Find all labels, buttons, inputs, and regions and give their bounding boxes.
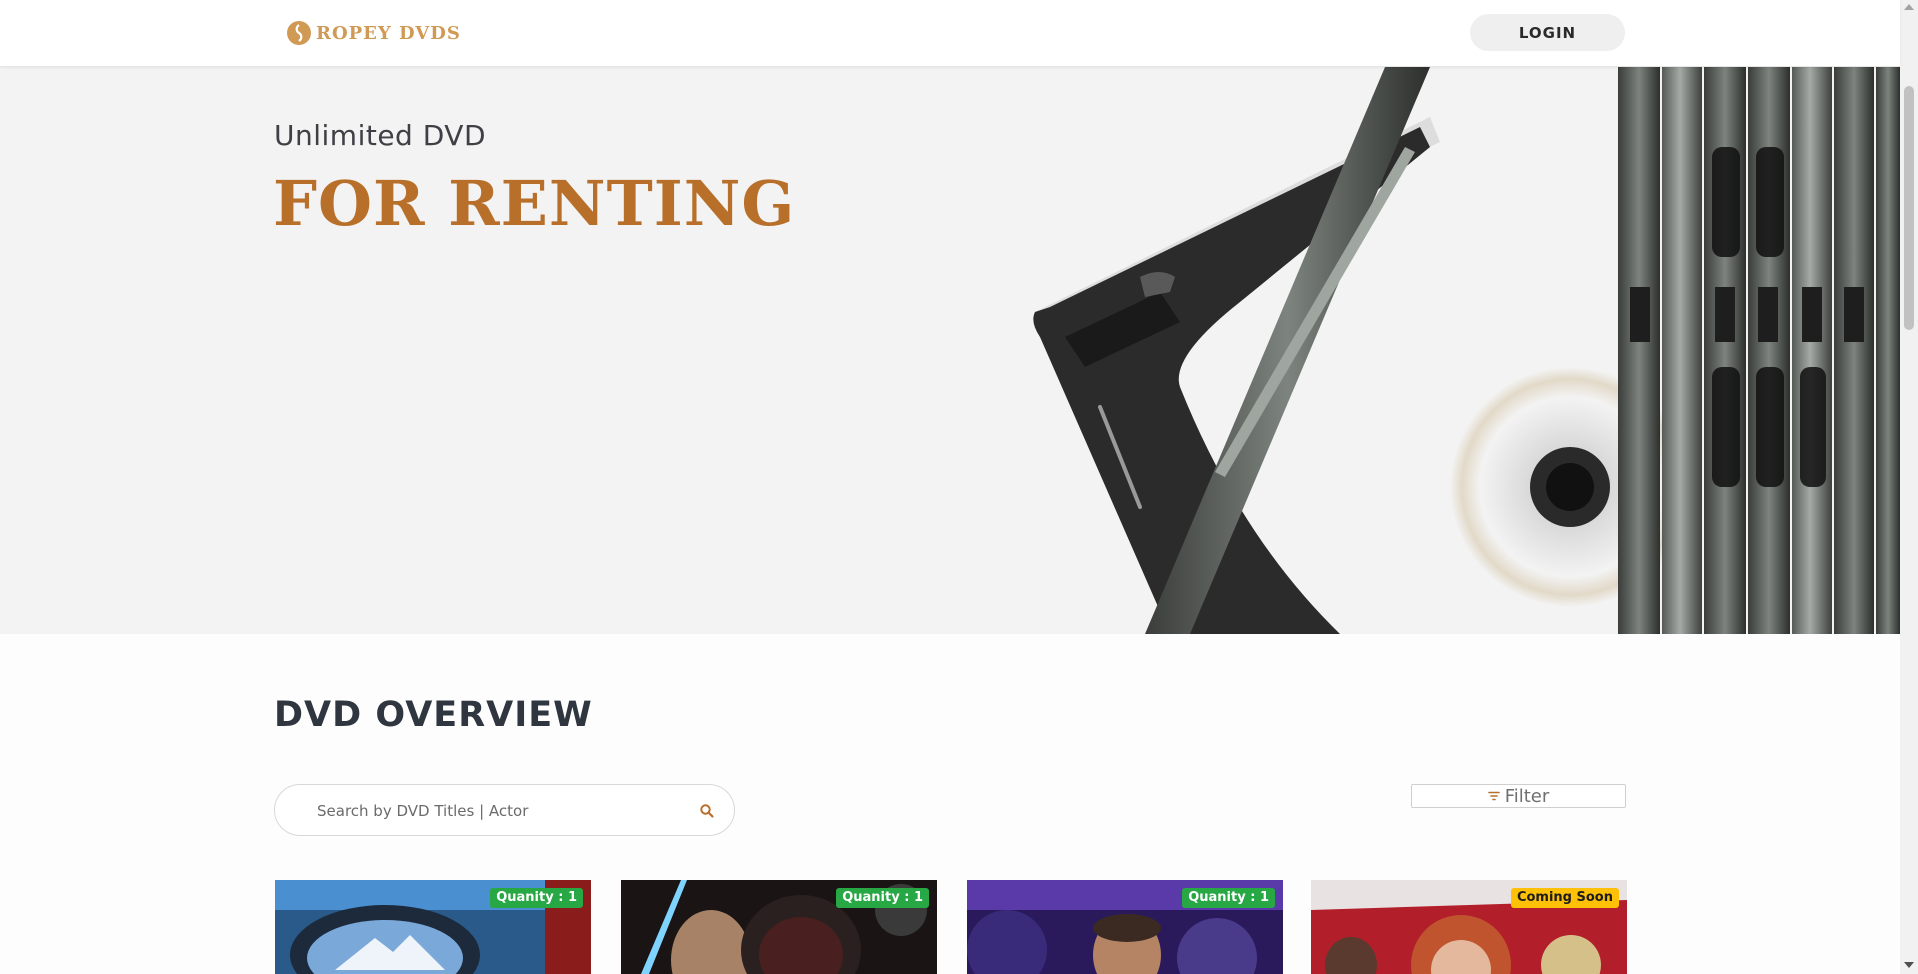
search-input[interactable] — [317, 799, 687, 823]
hero-banner: Unlimited DVD FOR RENTING — [0, 67, 1900, 634]
logo-text: ROPEY DVDS — [316, 22, 461, 44]
dvd-card[interactable]: Coming Soon — [1311, 880, 1627, 974]
quantity-badge: Quanity : 1 — [1182, 888, 1275, 908]
quantity-badge: Quanity : 1 — [836, 888, 929, 908]
dvd-cases-illustration — [1033, 67, 1900, 634]
logo-icon — [287, 21, 311, 45]
scroll-up-arrow-icon[interactable] — [1904, 4, 1914, 10]
scroll-down-arrow-icon[interactable] — [1904, 962, 1914, 968]
top-navbar: ROPEY DVDS LOGIN — [0, 0, 1900, 67]
dvd-card[interactable]: Quanity : 1 — [967, 880, 1283, 974]
filter-button[interactable]: Filter — [1411, 784, 1626, 808]
scrollbar-thumb[interactable] — [1904, 86, 1914, 330]
brand-logo[interactable]: ROPEY DVDS — [286, 18, 461, 48]
login-button[interactable]: LOGIN — [1470, 14, 1625, 51]
dvd-card[interactable]: Quanity : 1 — [275, 880, 591, 974]
dvd-card[interactable]: Quanity : 1 — [621, 880, 937, 974]
hero-title: FOR RENTING — [273, 167, 796, 240]
search-icon[interactable] — [699, 803, 715, 819]
quantity-badge: Quanity : 1 — [490, 888, 583, 908]
page-scrollbar[interactable] — [1900, 0, 1918, 974]
coming-soon-badge: Coming Soon — [1510, 888, 1619, 908]
search-bar[interactable] — [274, 784, 735, 836]
filter-icon — [1487, 791, 1500, 801]
section-title: DVD OVERVIEW — [274, 695, 593, 735]
filter-label: Filter — [1504, 785, 1550, 807]
hero-subtitle: Unlimited DVD — [274, 119, 487, 152]
